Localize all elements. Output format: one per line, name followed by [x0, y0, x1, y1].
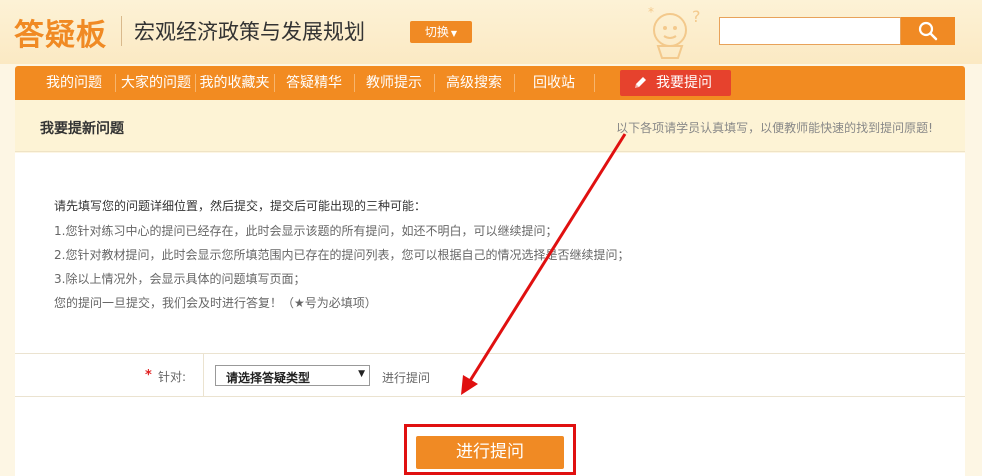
mascot-illustration-icon: ? *: [648, 5, 701, 59]
dropdown-arrow-icon: ▼: [358, 369, 365, 379]
switch-label: 切换: [424, 25, 449, 39]
switch-course-button[interactable]: 切换 ▼: [410, 21, 472, 43]
svg-text:?: ?: [692, 7, 701, 26]
logo-divider: [121, 16, 122, 46]
svg-text:*: *: [648, 5, 654, 19]
course-title: 宏观经济政策与发展规划: [134, 20, 365, 44]
required-marker: *: [145, 368, 152, 383]
nav-item-recycle-bin[interactable]: 回收站: [529, 66, 579, 100]
form-hint: 以下各项请学员认真填写，以便教师能快速的找到提问原题!: [616, 121, 933, 135]
select-value: 请选择答疑类型: [226, 371, 311, 385]
instruction-line: 1.您针对练习中心的提问已经存在，此时会显示该题的所有提问，如还不明白，可以继续…: [54, 224, 558, 238]
main-nav: 我的问题 大家的问题 我的收藏夹 答疑精华 教师提示 高级搜索 回收站 我要提问: [15, 66, 965, 100]
nav-item-all-questions[interactable]: 大家的问题: [118, 66, 194, 100]
form-action-text: 进行提问: [382, 371, 431, 385]
nav-item-advanced-search[interactable]: 高级搜索: [443, 66, 505, 100]
instruction-line: 您的提问一旦提交，我们会及时进行答复！（★号为必填项）: [54, 296, 377, 310]
pencil-icon: [635, 77, 646, 88]
nav-divider: [274, 74, 275, 92]
question-type-label: 针对:: [158, 370, 187, 384]
nav-item-highlights[interactable]: 答疑精华: [283, 66, 345, 100]
form-divider: [203, 354, 204, 396]
nav-divider: [354, 74, 355, 92]
search-input[interactable]: [719, 17, 901, 45]
caret-down-icon: ▼: [450, 29, 458, 38]
form-title-bar: 我要提新问题 以下各项请学员认真填写，以便教师能快速的找到提问原题!: [15, 100, 965, 152]
ask-question-button[interactable]: 我要提问: [620, 70, 731, 96]
instructions-heading: 请先填写您的问题详细位置，然后提交，提交后可能出现的三种可能：: [54, 199, 427, 213]
instruction-line: 3.除以上情况外，会显示具体的问题填写页面；: [54, 272, 306, 286]
logo[interactable]: 答疑板: [14, 10, 107, 54]
nav-divider: [514, 74, 515, 92]
question-type-select[interactable]: 请选择答疑类型 ▼: [215, 365, 370, 386]
nav-divider: [594, 74, 595, 92]
nav-divider: [434, 74, 435, 92]
nav-item-teacher-tips[interactable]: 教师提示: [363, 66, 425, 100]
question-type-row: * 针对: 请选择答疑类型 ▼ 进行提问: [15, 353, 965, 397]
ask-question-label: 我要提问: [656, 75, 712, 91]
nav-divider: [195, 74, 196, 92]
search-button[interactable]: [901, 17, 955, 45]
search-icon: [918, 21, 938, 40]
instruction-line: 2.您针对教材提问，此时会显示您所填范围内已存在的提问列表，您可以根据自己的情况…: [54, 248, 630, 262]
page-title: 我要提新问题: [40, 121, 124, 137]
nav-item-favorites[interactable]: 我的收藏夹: [197, 66, 272, 100]
nav-divider: [115, 74, 116, 92]
annotation-highlight-box: [404, 424, 576, 475]
nav-item-my-questions[interactable]: 我的问题: [43, 66, 105, 100]
page-header: 答疑板 宏观经济政策与发展规划 切换 ▼ ? *: [0, 0, 982, 64]
